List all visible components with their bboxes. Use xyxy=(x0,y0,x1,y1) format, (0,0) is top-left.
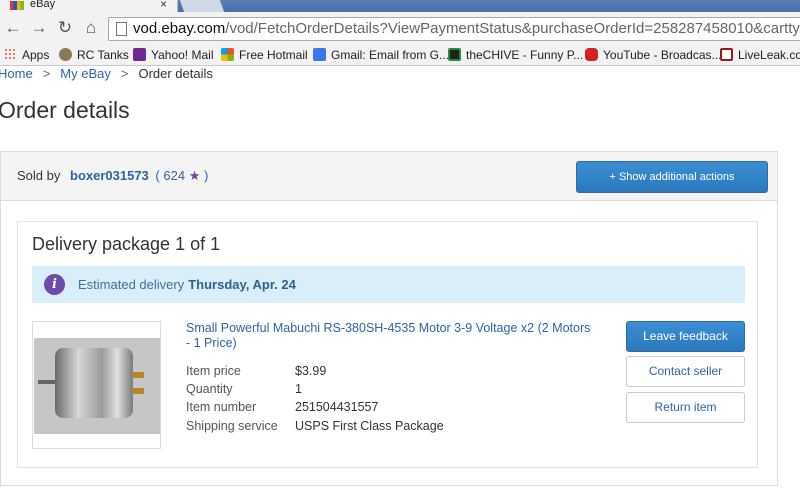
info-icon: i xyxy=(44,274,65,295)
bookmark-label: YouTube - Broadcas... xyxy=(603,48,722,62)
breadcrumb-current: Order details xyxy=(138,66,213,81)
bookmark-label: Apps xyxy=(22,48,50,62)
estimated-delivery-bar: i Estimated delivery Thursday, Apr. 24 xyxy=(32,266,745,303)
address-bar[interactable]: vod.ebay.com/vod/FetchOrderDetails?ViewP… xyxy=(108,17,800,41)
spec-label: Shipping service xyxy=(186,418,278,433)
item-thumbnail[interactable] xyxy=(32,321,161,449)
bookmark-label: theCHIVE - Funny P... xyxy=(466,48,584,62)
motor-terminal xyxy=(132,372,144,378)
spec-value: $3.99 xyxy=(295,364,327,378)
breadcrumb-home-link[interactable]: Home xyxy=(0,66,33,81)
globe-icon xyxy=(59,48,72,61)
contact-seller-button[interactable]: Contact seller xyxy=(626,356,745,387)
bookmarks-bar: Apps RC Tanks Yahoo! Mail Free Hotmail G… xyxy=(0,45,800,66)
return-item-button[interactable]: Return item xyxy=(626,392,745,423)
spec-label: Item number xyxy=(186,400,257,415)
forward-arrow-icon[interactable]: → xyxy=(30,19,48,37)
seller-bar: Sold by boxer031573 ( 624 ★ ) + Show add… xyxy=(0,151,778,201)
bookmark-label: LiveLeak.com xyxy=(738,48,800,62)
star-icon: ★ xyxy=(188,168,201,183)
delivery-package: Delivery package 1 of 1 i Estimated deli… xyxy=(17,221,758,468)
url-path: /vod/FetchOrderDetails?ViewPaymentStatus… xyxy=(225,20,800,37)
bookmark-label: Yahoo! Mail xyxy=(151,48,214,62)
bookmark-free-hotmail[interactable]: Free Hotmail xyxy=(221,48,308,62)
motor-terminal xyxy=(132,388,144,394)
item-title-link[interactable]: Small Powerful Mabuchi RS-380SH-4535 Mot… xyxy=(186,321,596,351)
spec-label: Quantity xyxy=(186,382,233,397)
estimated-delivery: Estimated delivery Thursday, Apr. 24 xyxy=(78,277,296,292)
spec-row-shipping: Shipping service USPS First Class Package xyxy=(186,419,444,437)
browser-tab[interactable]: eBay × xyxy=(0,0,178,12)
browser-toolbar: ← → ↻ ⌂ vod.ebay.com/vod/FetchOrderDetai… xyxy=(0,12,800,45)
ebay-favicon-icon xyxy=(10,1,24,10)
youtube-icon xyxy=(585,48,598,61)
breadcrumb-separator: > xyxy=(120,66,129,81)
package-title: Delivery package 1 of 1 xyxy=(32,234,221,254)
feedback-score[interactable]: ( 624 ★ ) xyxy=(155,168,208,183)
spec-row-quantity: Quantity 1 xyxy=(186,382,444,400)
google-icon xyxy=(313,48,326,61)
spec-row-price: Item price $3.99 xyxy=(186,364,444,382)
url-host: vod.ebay.com xyxy=(133,20,226,37)
back-arrow-icon[interactable]: ← xyxy=(4,19,22,37)
url-text[interactable]: vod.ebay.com/vod/FetchOrderDetails?ViewP… xyxy=(133,20,800,37)
mail-icon xyxy=(133,48,146,61)
spec-value: 1 xyxy=(295,382,302,397)
seller-name-link[interactable]: boxer031573 xyxy=(70,168,149,183)
leave-feedback-button[interactable]: Leave feedback xyxy=(626,321,745,352)
chive-icon xyxy=(448,48,461,61)
tab-title: eBay xyxy=(30,0,56,10)
bookmark-label: Gmail: Email from G... xyxy=(331,48,450,62)
breadcrumb-my-ebay-link[interactable]: My eBay xyxy=(60,66,111,81)
item-specs: Item price $3.99 Quantity 1 Item number 251… xyxy=(186,364,444,437)
bookmark-yahoo-mail[interactable]: Yahoo! Mail xyxy=(133,48,213,62)
breadcrumb: Home > My eBay > Order details xyxy=(0,66,213,81)
bookmark-label: Free Hotmail xyxy=(239,48,308,62)
tab-strip: eBay × xyxy=(0,0,800,12)
page-icon xyxy=(116,22,127,36)
sold-by: Sold by boxer031573 ( 624 ★ ) xyxy=(17,168,208,184)
page-title: Order details xyxy=(0,97,130,123)
windows-icon xyxy=(221,48,234,61)
bookmark-apps[interactable]: Apps xyxy=(4,48,49,62)
bookmark-label: RC Tanks xyxy=(77,48,129,62)
bookmark-youtube[interactable]: YouTube - Broadcas... xyxy=(585,48,722,62)
delivery-date: Thursday, Apr. 24 xyxy=(188,277,296,292)
score-close: ) xyxy=(203,168,209,183)
spec-label: Item price xyxy=(186,364,241,378)
reload-icon[interactable]: ↻ xyxy=(56,19,74,37)
bookmark-thechive[interactable]: theCHIVE - Funny P... xyxy=(448,48,583,62)
bookmark-liveleak[interactable]: LiveLeak.com xyxy=(720,48,800,62)
score-open: ( xyxy=(155,168,160,183)
spec-value: 251504431557 xyxy=(295,400,379,415)
score-value: 624 xyxy=(163,168,186,183)
sold-by-label: Sold by xyxy=(17,168,61,183)
tab-close-icon[interactable]: × xyxy=(160,0,167,11)
delivery-label: Estimated delivery xyxy=(78,277,185,292)
apps-grid-icon xyxy=(4,48,17,61)
bookmark-gmail[interactable]: Gmail: Email from G... xyxy=(313,48,449,62)
bookmark-rc-tanks[interactable]: RC Tanks xyxy=(59,48,129,62)
motor-icon xyxy=(55,348,133,418)
home-icon[interactable]: ⌂ xyxy=(82,19,100,37)
breadcrumb-separator: > xyxy=(42,66,51,81)
spec-value: USPS First Class Package xyxy=(295,418,444,433)
liveleak-icon xyxy=(720,48,733,61)
show-additional-actions-button[interactable]: + Show additional actions xyxy=(576,161,768,193)
new-tab-button[interactable] xyxy=(179,0,225,12)
spec-row-item-number: Item number 251504431557 xyxy=(186,400,444,418)
